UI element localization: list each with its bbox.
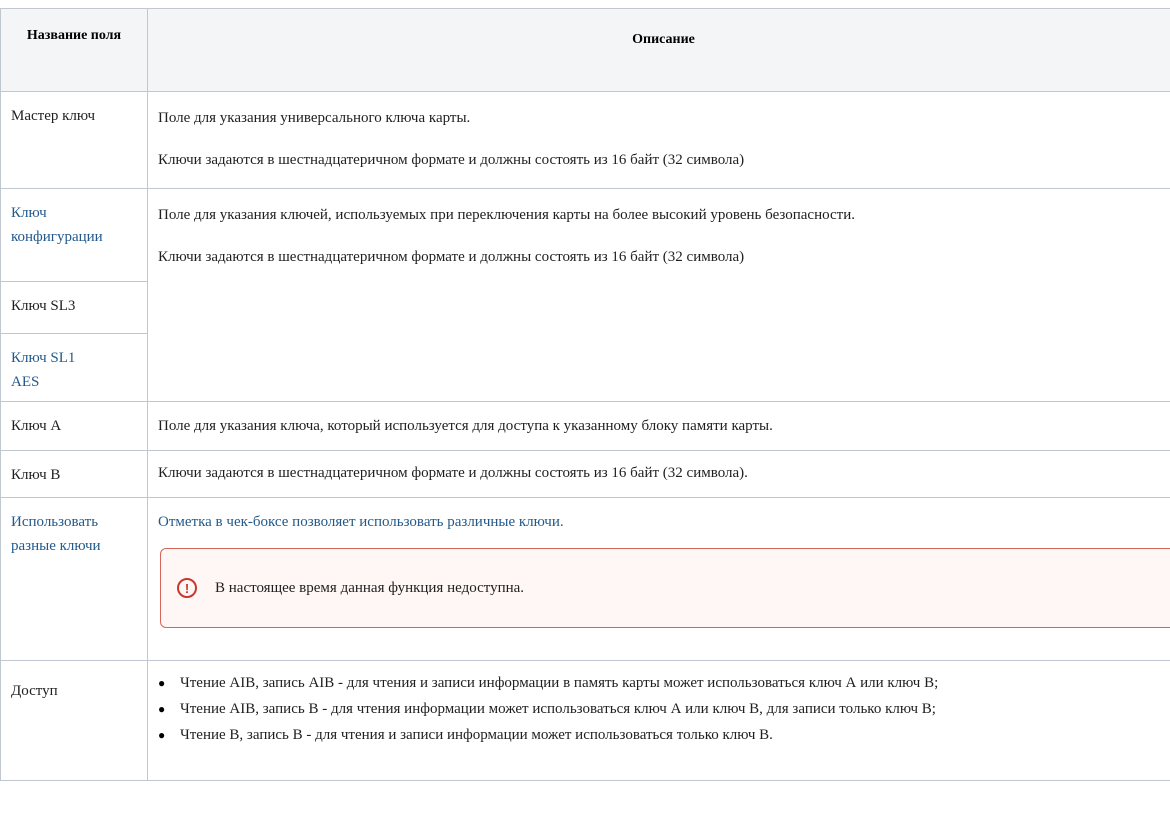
- table-row: Мастер ключ Поле для указания универсаль…: [0, 91, 1170, 189]
- fields-table: Название поля Описание Мастер ключ Поле …: [0, 8, 1170, 781]
- list-item: Чтение AIB, запись В - для чтения информ…: [158, 697, 1010, 721]
- description-config-key: Поле для указания ключей, используемых п…: [147, 188, 1170, 402]
- field-sl1-aes-key: Ключ SL1 AES: [0, 333, 148, 402]
- list-item: Чтение AIB, запись AIB - для чтения и за…: [158, 671, 1010, 695]
- field-master-key: Мастер ключ: [0, 91, 148, 189]
- description-key-a: Поле для указания ключа, который использ…: [147, 401, 1170, 451]
- warning-text: В настоящее время данная функция недосту…: [215, 579, 525, 596]
- table-row: Доступ Чтение AIB, запись AIB - для чтен…: [0, 660, 1170, 781]
- field-different-keys: Использовать разные ключи: [0, 497, 148, 661]
- header-description: Описание: [147, 8, 1170, 92]
- description-key-b: Ключи задаются в шестнадцатеричном форма…: [147, 450, 1170, 498]
- description-master-key: Поле для указания универсального ключа к…: [147, 91, 1170, 189]
- exclamation-circle-icon: !: [177, 578, 197, 598]
- field-sl3-key: Ключ SL3: [0, 281, 148, 334]
- description-different-keys: Отметка в чек-боксе позволяет использова…: [147, 497, 1170, 661]
- table-row: Ключ А Поле для указания ключа, который …: [0, 401, 1170, 451]
- list-item: Чтение В, запись В - для чтения и записи…: [158, 723, 1010, 747]
- table-header-row: Название поля Описание: [0, 8, 1170, 92]
- access-list: Чтение AIB, запись AIB - для чтения и за…: [148, 671, 1170, 747]
- field-config-key: Ключ конфигурации: [0, 188, 148, 282]
- table-row: Ключ конфигурации Поле для указания ключ…: [0, 188, 1170, 402]
- description-access: Чтение AIB, запись AIB - для чтения и за…: [147, 660, 1170, 781]
- field-key-a: Ключ А: [0, 401, 148, 451]
- warning-panel: ! В настоящее время данная функция недос…: [160, 548, 1170, 628]
- header-field-name: Название поля: [0, 8, 148, 92]
- table-row: Ключ В Ключи задаются в шестнадцатерично…: [0, 450, 1170, 498]
- table-row: Использовать разные ключи Отметка в чек-…: [0, 497, 1170, 661]
- field-key-b: Ключ В: [0, 450, 148, 498]
- field-access: Доступ: [0, 660, 148, 781]
